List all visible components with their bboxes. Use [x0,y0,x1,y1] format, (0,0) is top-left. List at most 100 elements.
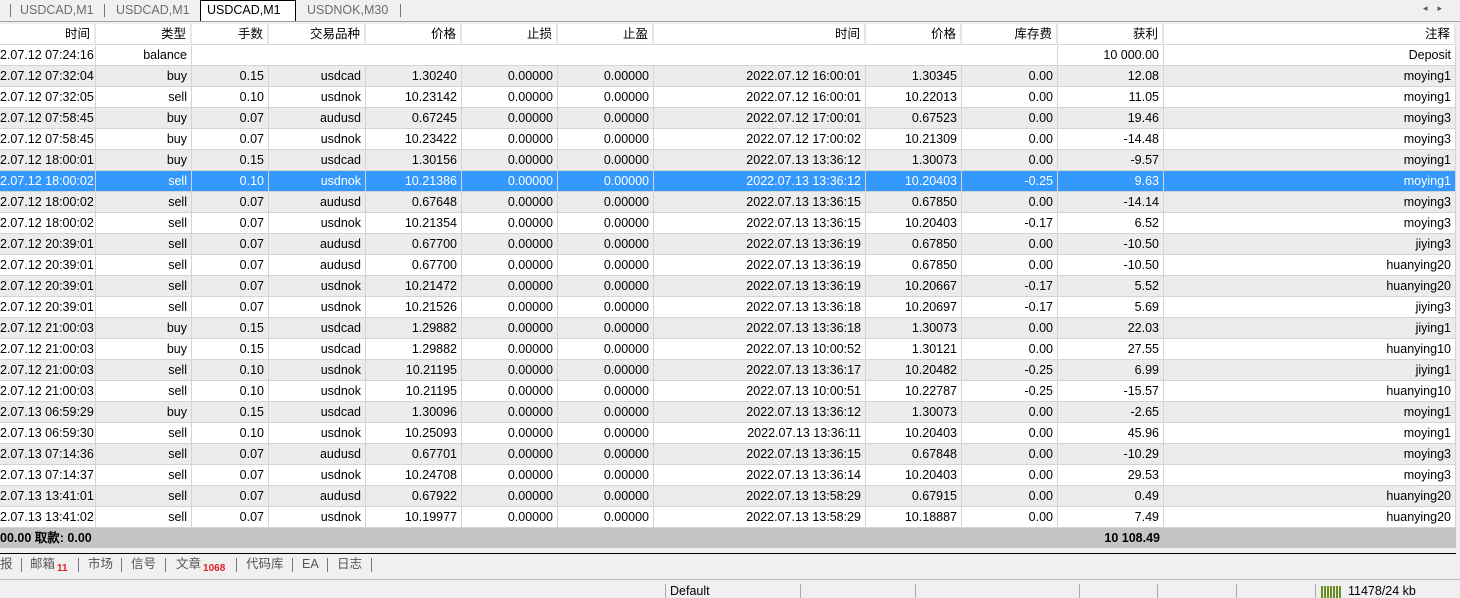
column-header-close-time[interactable]: 时间 [654,24,866,45]
stop-loss-cell: 0.00000 [462,381,558,402]
close-price-cell: 0.67915 [866,486,962,507]
profit-cell: -14.48 [1058,129,1164,150]
volume-cell: 0.07 [192,234,269,255]
chart-tab[interactable]: USDCAD,M1 [110,1,196,20]
table-row[interactable]: 2.07.12 21:00:03 sell 0.10 usdnok 10.21195 0.… [0,381,1456,402]
symbol-cell: usdnok [269,423,366,444]
volume-cell: 0.15 [192,339,269,360]
close-price-cell: 0.67850 [866,234,962,255]
close-time-cell: 2022.07.13 13:36:15 [654,444,866,465]
table-header[interactable]: 时间 类型 手数 交易品种 价格 止损 止盈 时间 价格 库存费 获利 注释 [0,24,1456,45]
table-row[interactable]: 2.07.13 13:41:01 sell 0.07 audusd 0.67922 0.0… [0,486,1456,507]
column-header-open-price[interactable]: 价格 [366,24,462,45]
type-cell: sell [96,171,192,192]
table-row[interactable]: 2.07.12 07:32:04 buy 0.15 usdcad 1.30240 0.00… [0,66,1456,87]
scroll-right-icon[interactable]: ▸ [1437,3,1452,13]
symbol-cell: audusd [269,234,366,255]
swap-cell: 0.00 [962,108,1058,129]
terminal-tab[interactable]: 日志 [337,554,362,574]
volume-cell: 0.07 [192,129,269,150]
type-cell: sell [96,465,192,486]
table-row[interactable]: 2.07.13 06:59:29 buy 0.15 usdcad 1.30096 0.00… [0,402,1456,423]
type-cell: buy [96,129,192,150]
take-profit-cell: 0.00000 [558,297,654,318]
terminal-tab[interactable]: 文章 1068 [176,554,225,576]
terminal-tab[interactable]: 信号 [131,554,156,574]
table-row-balance[interactable]: 2.07.12 07:24:16 balance 10 000.00 Deposit [0,45,1456,66]
table-row[interactable]: 2.07.13 13:41:02 sell 0.07 usdnok 10.19977 0.… [0,507,1456,528]
column-header-close-price[interactable]: 价格 [866,24,962,45]
chart-tab-active[interactable]: USDCAD,M1 [200,0,296,21]
tab-separator [292,558,293,572]
column-header-open-time[interactable]: 时间 [0,24,96,45]
close-time-cell: 2022.07.13 13:36:15 [654,192,866,213]
symbol-cell: usdcad [269,66,366,87]
close-price-cell: 10.20403 [866,171,962,192]
open-price-cell: 1.29882 [366,318,462,339]
type-cell: sell [96,255,192,276]
comment-cell: moying3 [1164,192,1456,213]
table-row[interactable]: 2.07.12 07:32:05 sell 0.10 usdnok 10.23142 0.… [0,87,1456,108]
swap-cell: 0.00 [962,423,1058,444]
table-row[interactable]: 2.07.12 18:00:02 sell 0.07 audusd 0.67648 0.0… [0,192,1456,213]
close-time-cell: 2022.07.13 13:36:17 [654,360,866,381]
column-header-swap[interactable]: 库存费 [962,24,1058,45]
swap-cell: 0.00 [962,507,1058,528]
terminal-tab[interactable]: 代码库 [246,554,284,574]
profile-name[interactable]: Default [670,584,710,598]
terminal-tab[interactable]: 报 [0,554,13,574]
swap-cell: -0.25 [962,381,1058,402]
close-time-cell: 2022.07.13 13:36:11 [654,423,866,444]
chart-tab[interactable]: USDNOK,M30 [301,1,394,20]
column-header-volume[interactable]: 手数 [192,24,269,45]
volume-cell: 0.07 [192,276,269,297]
summary-total-profit: 10 108.49 [1104,531,1160,545]
column-header-profit[interactable]: 获利 [1058,24,1164,45]
table-row[interactable]: 2.07.12 20:39:01 sell 0.07 audusd 0.67700 0.0… [0,234,1456,255]
chart-tab[interactable]: USDCAD,M1 [14,1,100,20]
table-row[interactable]: 2.07.12 07:58:45 buy 0.07 audusd 0.67245 0.00… [0,108,1456,129]
history-table: 时间 类型 手数 交易品种 价格 止损 止盈 时间 价格 库存费 获利 注释 2.07.12 07:24… [0,24,1456,528]
table-row[interactable]: 2.07.13 06:59:30 sell 0.10 usdnok 10.25093 0.… [0,423,1456,444]
terminal-tab[interactable]: 市场 [88,554,113,574]
symbol-cell: usdnok [269,507,366,528]
profit-cell: -10.29 [1058,444,1164,465]
table-row[interactable]: 2.07.12 18:00:02 sell 0.07 usdnok 10.21354 0.… [0,213,1456,234]
swap-cell: 0.00 [962,255,1058,276]
open-price-cell: 10.21195 [366,381,462,402]
table-row[interactable]: 2.07.12 20:39:01 sell 0.07 usdnok 10.21472 0.… [0,276,1456,297]
table-row[interactable]: 2.07.12 07:58:45 buy 0.07 usdnok 10.23422 0.0… [0,129,1456,150]
table-row[interactable]: 2.07.12 21:00:03 buy 0.15 usdcad 1.29882 0.00… [0,318,1456,339]
column-header-symbol[interactable]: 交易品种 [269,24,366,45]
type-cell: sell [96,444,192,465]
table-row-selected[interactable]: 2.07.12 18:00:02 sell 0.10 usdnok 10.21386 0.… [0,171,1456,192]
terminal-tab[interactable]: EA [302,554,319,574]
take-profit-cell: 0.00000 [558,381,654,402]
terminal-tab[interactable]: 邮箱 11 [30,554,68,576]
comment-cell: huanying20 [1164,486,1456,507]
table-row[interactable]: 2.07.13 07:14:36 sell 0.07 audusd 0.67701 0.0… [0,444,1456,465]
open-time-cell: 2.07.12 07:32:04 [0,66,96,87]
stop-loss-cell: 0.00000 [462,192,558,213]
scroll-left-icon[interactable]: ◂ [1423,3,1438,13]
volume-cell: 0.10 [192,423,269,444]
table-row[interactable]: 2.07.13 07:14:37 sell 0.07 usdnok 10.24708 0.… [0,465,1456,486]
table-row[interactable]: 2.07.12 20:39:01 sell 0.07 audusd 0.67700 0.0… [0,255,1456,276]
column-header-type[interactable]: 类型 [96,24,192,45]
symbol-cell: audusd [269,192,366,213]
take-profit-cell: 0.00000 [558,423,654,444]
column-header-stop-loss[interactable]: 止损 [462,24,558,45]
table-row[interactable]: 2.07.12 21:00:03 buy 0.15 usdcad 1.29882 0.00… [0,339,1456,360]
column-header-comment[interactable]: 注释 [1164,24,1456,45]
close-price-cell: 10.20403 [866,423,962,444]
table-row[interactable]: 2.07.12 18:00:01 buy 0.15 usdcad 1.30156 0.00… [0,150,1456,171]
volume-cell: 0.07 [192,192,269,213]
table-row[interactable]: 2.07.12 20:39:01 sell 0.07 usdnok 10.21526 0.… [0,297,1456,318]
close-price-cell: 1.30345 [866,66,962,87]
column-header-take-profit[interactable]: 止盈 [558,24,654,45]
symbol-cell: usdcad [269,339,366,360]
profit-cell: 0.49 [1058,486,1164,507]
profit-cell: 9.63 [1058,171,1164,192]
table-row[interactable]: 2.07.12 21:00:03 sell 0.10 usdnok 10.21195 0.… [0,360,1456,381]
close-price-cell: 1.30073 [866,150,962,171]
